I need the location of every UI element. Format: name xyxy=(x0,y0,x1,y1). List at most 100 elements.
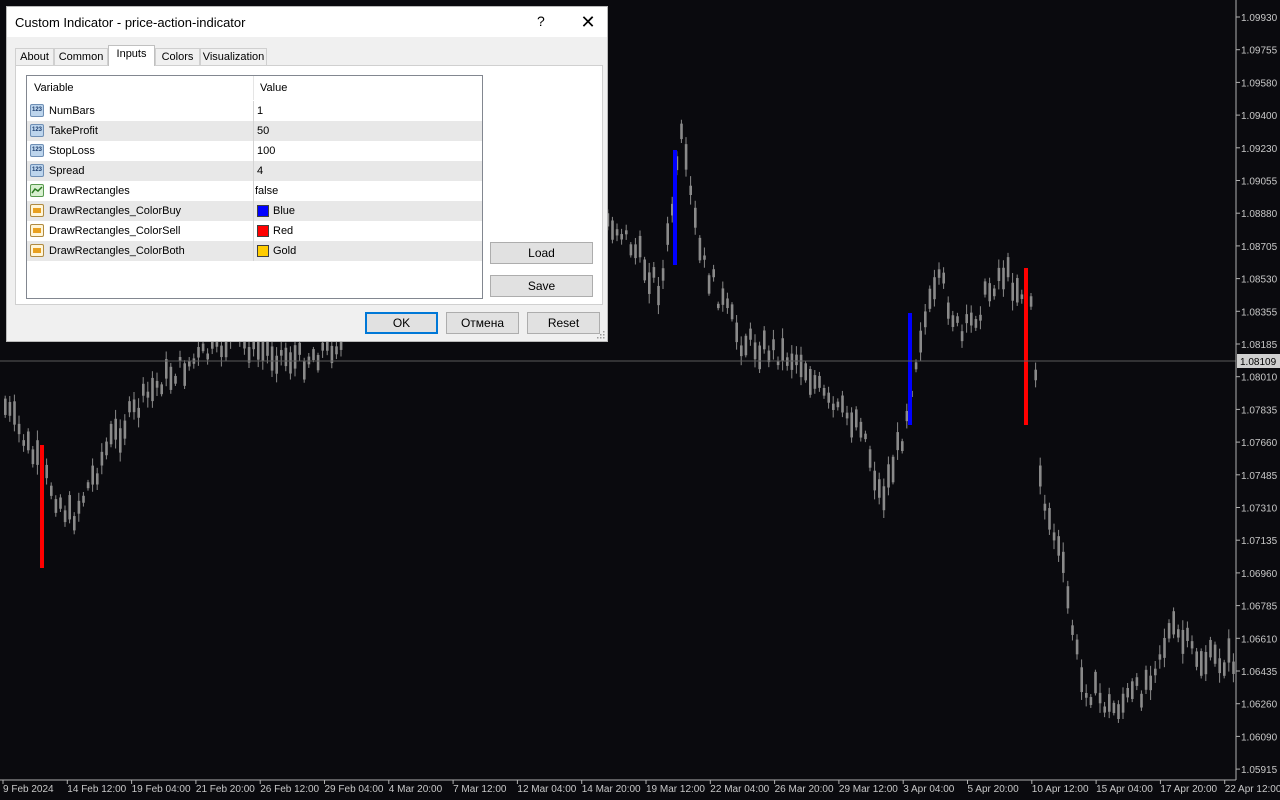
table-row[interactable]: 123 StopLoss 100 xyxy=(27,141,482,161)
candle-body xyxy=(905,410,909,422)
table-row[interactable]: 123 TakeProfit 50 xyxy=(27,121,482,141)
candle-body xyxy=(293,345,297,369)
table-row[interactable]: 123 Spread 4 xyxy=(27,161,482,181)
candle-body xyxy=(160,384,163,395)
column-header-value[interactable]: Value xyxy=(260,82,287,94)
candle-body xyxy=(1195,651,1198,667)
variable-value[interactable]: false xyxy=(255,185,278,197)
candle-body xyxy=(1020,294,1024,299)
dialog-titlebar[interactable]: Custom Indicator - price-action-indicato… xyxy=(7,7,607,37)
help-button[interactable]: ? xyxy=(537,13,545,29)
candle-body xyxy=(1098,692,1102,704)
table-row[interactable]: 123 NumBars 1 xyxy=(27,101,482,121)
candle-body xyxy=(694,207,697,228)
candle-body xyxy=(799,354,803,378)
tab-about[interactable]: About xyxy=(15,48,54,65)
candle-body xyxy=(956,316,959,323)
candle-body xyxy=(298,342,301,355)
candle-body xyxy=(1057,536,1060,556)
candle-body xyxy=(142,383,145,396)
variable-name: DrawRectangles xyxy=(49,185,130,197)
candle-body xyxy=(951,315,955,327)
sell-signal-bar xyxy=(40,445,44,568)
candle-body xyxy=(1204,651,1208,675)
candle-body xyxy=(730,304,734,320)
candle-body xyxy=(169,366,173,390)
candle-body xyxy=(721,288,725,305)
candle-body xyxy=(868,449,872,468)
ok-button[interactable]: OK xyxy=(365,312,438,334)
candle-body xyxy=(864,433,867,440)
variable-value[interactable]: Gold xyxy=(273,245,296,257)
candle-body xyxy=(174,375,177,384)
table-row[interactable]: DrawRectangles_ColorBoth Gold xyxy=(27,241,482,261)
cancel-button[interactable]: Отмена xyxy=(446,312,519,334)
variable-value[interactable]: Red xyxy=(273,225,293,237)
candle-body xyxy=(1016,278,1019,303)
candle-body xyxy=(86,482,90,489)
tab-visualization[interactable]: Visualization xyxy=(200,48,267,65)
candle-body xyxy=(726,298,729,309)
reset-button[interactable]: Reset xyxy=(527,312,600,334)
time-axis-label: 19 Mar 12:00 xyxy=(646,784,705,795)
time-axis-label: 14 Feb 12:00 xyxy=(67,784,126,795)
candle-body xyxy=(247,347,251,363)
candle-body xyxy=(638,235,642,258)
candle-body xyxy=(1062,551,1065,573)
variable-value[interactable]: Blue xyxy=(273,205,295,217)
time-axis-label: 9 Feb 2024 xyxy=(3,784,54,795)
tab-inputs[interactable]: Inputs xyxy=(108,45,155,66)
custom-indicator-dialog: Custom Indicator - price-action-indicato… xyxy=(6,6,608,342)
candle-body xyxy=(1218,658,1221,674)
candle-body xyxy=(1181,629,1185,654)
candle-body xyxy=(1172,611,1175,635)
table-row[interactable]: DrawRectangles_ColorBuy Blue xyxy=(27,201,482,221)
tab-colors[interactable]: Colors xyxy=(155,48,200,65)
candle-body xyxy=(1163,637,1166,658)
candle-body xyxy=(100,451,104,466)
price-axis-label: 1.08530 xyxy=(1241,275,1278,286)
candle-body xyxy=(795,354,798,366)
candle-body xyxy=(266,340,269,356)
candle-body xyxy=(197,347,200,358)
candle-body xyxy=(1029,296,1033,307)
table-row[interactable]: DrawRectangles_ColorSell Red xyxy=(27,221,482,241)
candle-body xyxy=(27,431,30,451)
variable-value[interactable]: 100 xyxy=(257,145,275,157)
color-swatch-gold[interactable] xyxy=(257,245,269,257)
tab-common[interactable]: Common xyxy=(54,48,108,65)
column-separator xyxy=(253,221,254,241)
candle-body xyxy=(1154,668,1157,676)
time-axis-label: 7 Mar 12:00 xyxy=(453,784,507,795)
color-swatch-red[interactable] xyxy=(257,225,269,237)
candle-body xyxy=(1039,465,1042,487)
table-row[interactable]: DrawRectangles false xyxy=(27,181,482,201)
time-axis: 9 Feb 2024 14 Feb 12:00 19 Feb 04:00 21 Feb… xyxy=(2,780,1280,795)
dialog-title: Custom Indicator - price-action-indicato… xyxy=(15,15,246,30)
time-axis-label: 3 Apr 04:00 xyxy=(903,784,955,795)
color-swatch-blue[interactable] xyxy=(257,205,269,217)
candle-body xyxy=(749,328,752,340)
variable-value[interactable]: 4 xyxy=(257,165,263,177)
candle-body xyxy=(1043,503,1047,511)
candle-body xyxy=(1186,627,1189,641)
candle-body xyxy=(275,355,278,374)
integer-type-icon: 123 xyxy=(30,104,44,117)
candle-body xyxy=(146,391,150,398)
candle-body xyxy=(312,349,315,361)
candle-body xyxy=(937,269,941,278)
price-axis-label: 1.07135 xyxy=(1241,536,1278,547)
resize-grip-icon[interactable] xyxy=(597,331,605,339)
time-axis-label: 4 Mar 20:00 xyxy=(389,784,443,795)
boolean-type-icon xyxy=(30,184,44,197)
candle-body xyxy=(947,302,950,319)
variable-value[interactable]: 50 xyxy=(257,125,269,137)
variable-value[interactable]: 1 xyxy=(257,105,263,117)
load-button[interactable]: Load xyxy=(490,242,593,264)
save-button[interactable]: Save xyxy=(490,275,593,297)
candle-body xyxy=(1135,677,1139,686)
price-axis-label: 1.09230 xyxy=(1241,144,1278,155)
price-axis-label: 1.09400 xyxy=(1241,111,1278,122)
close-button[interactable]: ✕ xyxy=(573,9,603,35)
column-header-variable[interactable]: Variable xyxy=(34,82,74,94)
